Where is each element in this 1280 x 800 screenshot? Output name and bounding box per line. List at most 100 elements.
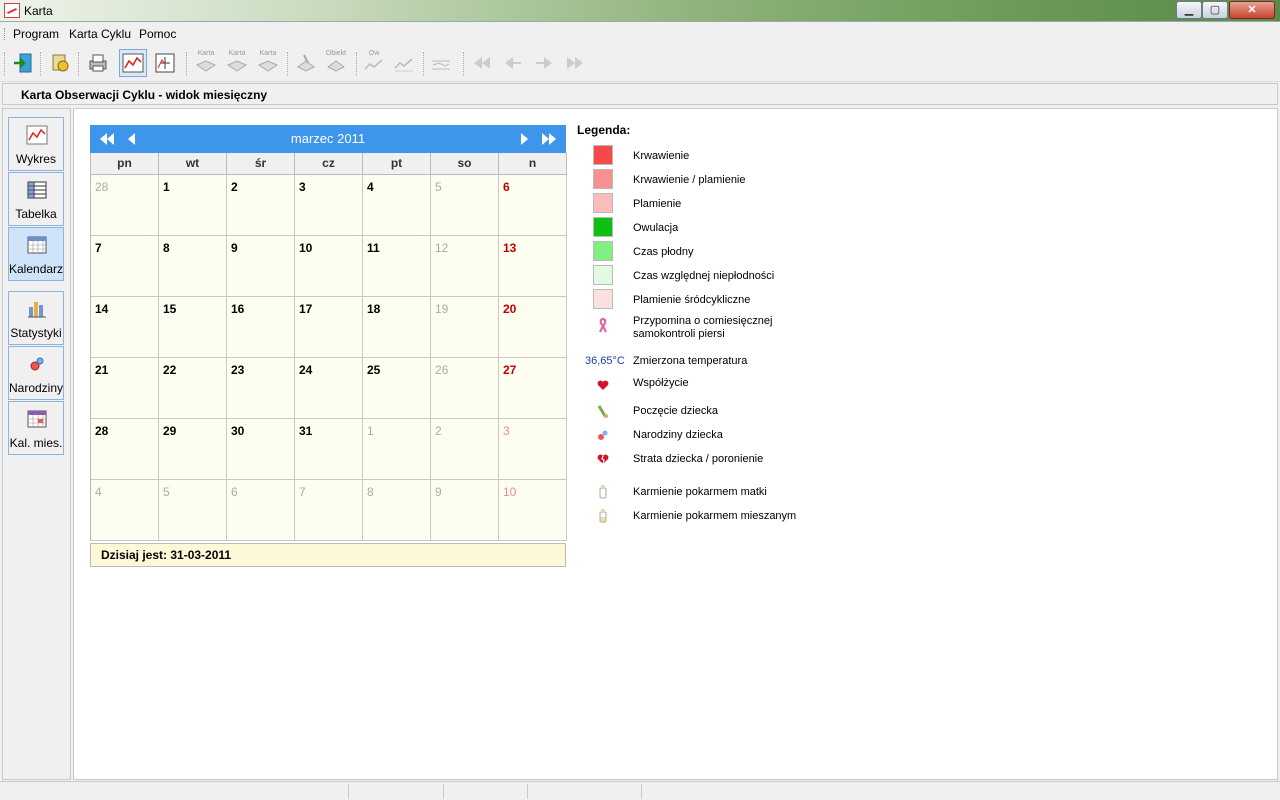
calendar-day-other[interactable]: 28 [91,175,159,236]
calendar-day[interactable]: 29 [159,419,227,480]
calendar-day[interactable]: 18 [363,297,431,358]
sidebar: Wykres Tabelka Kalendarz Statystyki Naro… [2,108,71,780]
calendar-day[interactable]: 14 [91,297,159,358]
object-icon: Obiekt [322,49,350,77]
calendar-day[interactable]: 23 [227,358,295,419]
exit-icon[interactable] [9,49,37,77]
calendar: marzec 2011 pn wt śr cz pt so n 28 1 2 3… [90,125,567,567]
settings-icon[interactable] [46,49,74,77]
legend-label: Zmierzona temperatura [633,355,748,367]
calendar-day-sunday[interactable]: 20 [499,297,567,358]
next-month-icon[interactable] [516,132,532,146]
next-year-icon[interactable] [541,132,557,146]
calendar-day-sunday[interactable]: 6 [499,175,567,236]
calendar-day-other[interactable]: 1 [363,419,431,480]
calendar-day-saturday[interactable]: 19 [431,297,499,358]
sidebar-item-statystyki[interactable]: Statystyki [8,291,64,345]
sidebar-item-narodziny[interactable]: Narodziny [8,346,64,400]
calendar-day-other[interactable]: 10 [499,480,567,541]
calendar-day-other[interactable]: 9 [431,480,499,541]
calendar-day-sunday[interactable]: 27 [499,358,567,419]
calendar-day-saturday[interactable]: 5 [431,175,499,236]
calendar-day[interactable]: 16 [227,297,295,358]
print-icon[interactable] [84,49,112,77]
calendar-day[interactable]: 22 [159,358,227,419]
legend-title: Legenda: [577,123,631,137]
sidebar-item-wykres[interactable]: Wykres [8,117,64,171]
calendar-day[interactable]: 31 [295,419,363,480]
legend-swatch-niepłodnosc [593,265,613,285]
calendar-day[interactable]: 11 [363,236,431,297]
calendar-day-other[interactable]: 4 [91,480,159,541]
mixed-bottle-icon [599,509,607,523]
table-icon [27,181,47,199]
menu-pomoc[interactable]: Pomoc [139,27,176,41]
calendar-day[interactable]: 30 [227,419,295,480]
calendar-day[interactable]: 28 [91,419,159,480]
status-divider [443,784,444,799]
calendar-day[interactable]: 24 [295,358,363,419]
menu-karta-cyklu[interactable]: Karta Cyklu [69,27,131,41]
menu-bar: Program Karta Cyklu Pomoc [0,23,1280,45]
sidebar-item-tabelka[interactable]: Tabelka [8,172,64,226]
minimize-button[interactable]: ▁ [1176,1,1202,19]
legend-label: samokontroli piersi [633,328,725,340]
sidebar-item-kal-mies[interactable]: Kal. mies. [8,401,64,455]
weekday-label: wt [159,153,227,175]
toolbar-separator [356,52,357,76]
calendar-day[interactable]: 21 [91,358,159,419]
maximize-button[interactable]: ▢ [1202,1,1228,19]
legend-label: Przypomina o comiesięcznej [633,315,773,327]
calendar-day-other[interactable]: 7 [295,480,363,541]
toolbar-grip [4,52,5,76]
legend-swatch-czas-plodny [593,241,613,261]
menu-program[interactable]: Program [13,27,59,41]
legend-label: Strata dziecka / poronienie [633,453,764,465]
calendar-day-other[interactable]: 6 [227,480,295,541]
pink-ribbon-icon [599,317,607,333]
calendar-day[interactable]: 25 [363,358,431,419]
legend-swatch-krwawienie-plamienie [593,169,613,189]
calendar-day[interactable]: 1 [159,175,227,236]
calendar-day[interactable]: 17 [295,297,363,358]
legend-label: Plamienie śródcykliczne [633,294,751,306]
weekday-label: pn [91,153,159,175]
calendar-day[interactable]: 8 [159,236,227,297]
calendar-day[interactable]: 4 [363,175,431,236]
calendar-day-other[interactable]: 2 [431,419,499,480]
calendar-day-saturday[interactable]: 12 [431,236,499,297]
card-icon-2: Karta [223,49,251,77]
chart-view-icon[interactable] [119,49,147,77]
weekday-label: śr [227,153,295,175]
close-button[interactable]: ✕ [1229,1,1275,19]
calendar-day-other[interactable]: 5 [159,480,227,541]
sidebar-item-kalendarz[interactable]: Kalendarz [8,227,64,281]
status-divider [348,784,349,799]
legend-label: Krwawienie [633,150,690,162]
legend-label: Owulacja [633,222,679,234]
calendar-day[interactable]: 10 [295,236,363,297]
calendar-day-sunday[interactable]: 13 [499,236,567,297]
legend-label: Poczęcie dziecka [633,405,718,417]
legend-label: Krwawienie / plamienie [633,174,746,186]
pacifier-icon [598,430,608,440]
calendar-day-other[interactable]: 3 [499,419,567,480]
calendar-day[interactable]: 9 [227,236,295,297]
toolbar-separator [40,52,41,76]
broken-heart-icon [597,454,609,465]
weekday-label: cz [295,153,363,175]
legend-label: Karmienie pokarmem mieszanym [633,510,797,522]
calendar-day-saturday[interactable]: 26 [431,358,499,419]
calendar-header: marzec 2011 [90,125,566,153]
calendar-day-other[interactable]: 8 [363,480,431,541]
ov-chart-icon: Ow [360,49,388,77]
calendar-day[interactable]: 3 [295,175,363,236]
calendar-chart-icon[interactable] [151,49,179,77]
heart-icon [597,380,609,390]
prev-cycle-icon [499,49,527,77]
calendar-day[interactable]: 2 [227,175,295,236]
weekday-label: so [431,153,499,175]
calendar-day[interactable]: 7 [91,236,159,297]
calendar-day[interactable]: 15 [159,297,227,358]
status-divider [641,784,642,799]
